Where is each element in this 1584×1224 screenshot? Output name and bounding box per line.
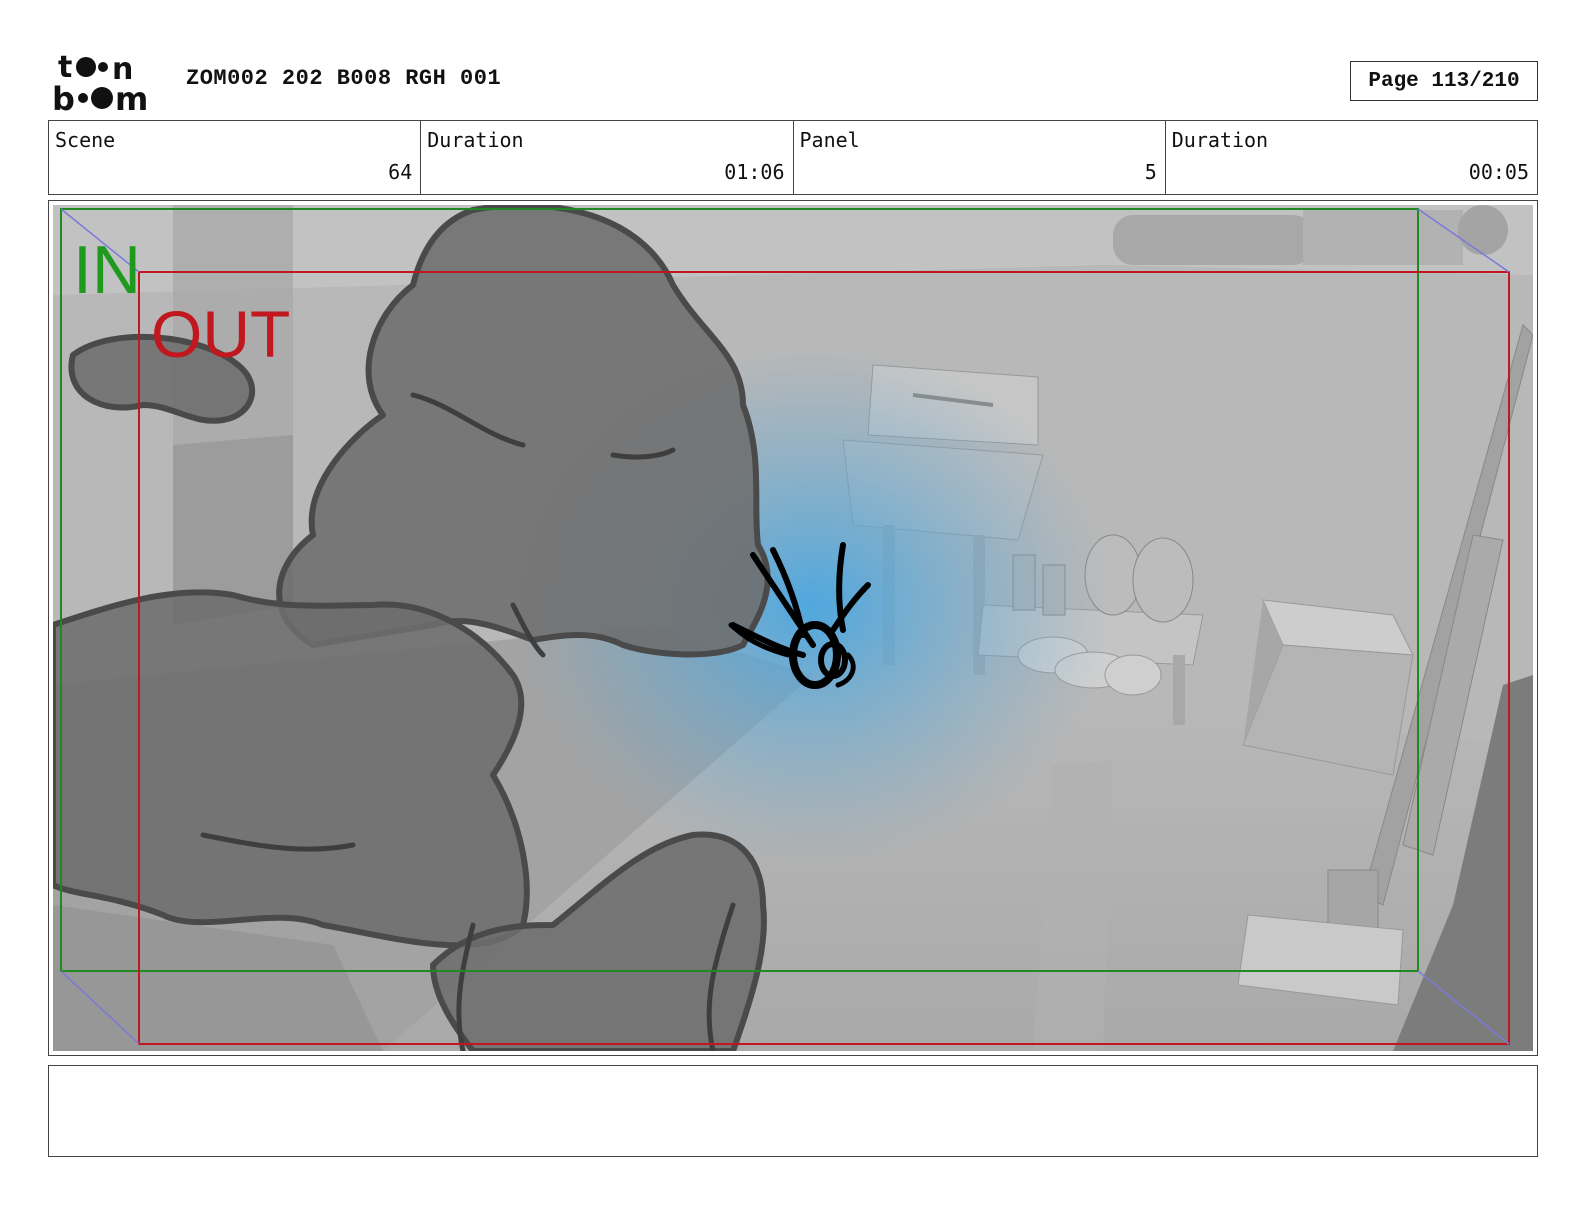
out-label: OUT	[151, 297, 290, 371]
panel-cell: Panel 5	[794, 121, 1166, 194]
pipe	[1113, 215, 1313, 265]
cardboard-box	[1242, 599, 1414, 776]
svg-text:b: b	[52, 80, 75, 114]
page-number: Page 113/210	[1350, 61, 1538, 101]
scene-duration-cell: Duration 01:06	[421, 121, 794, 194]
panel-duration-value: 00:05	[1468, 160, 1529, 184]
scene-duration-label: Duration	[427, 128, 524, 152]
panel-duration-label: Duration	[1171, 128, 1269, 152]
scene-value: 64	[388, 160, 413, 184]
panel-notes-box	[48, 1065, 1538, 1157]
scene-cell: Scene 64	[49, 121, 422, 194]
panel-label: Panel	[799, 128, 860, 152]
panel-artwork: IN OUT	[53, 205, 1533, 1051]
in-label: IN	[73, 232, 141, 308]
svg-text:m: m	[115, 80, 148, 114]
toonboom-logo: t n b m	[52, 50, 148, 114]
storyboard-panel: IN OUT	[48, 200, 1538, 1056]
panel-info-row: Scene 64 Duration 01:06 Panel 5 Duration…	[48, 120, 1538, 195]
scene-duration-value: 01:06	[724, 160, 785, 184]
panel-value: 5	[1144, 160, 1157, 184]
panel-duration-cell: Duration 00:05	[1166, 121, 1537, 194]
scene-label: Scene	[55, 128, 116, 152]
document-title: ZOM002 202 B008 RGH 001	[186, 66, 502, 91]
